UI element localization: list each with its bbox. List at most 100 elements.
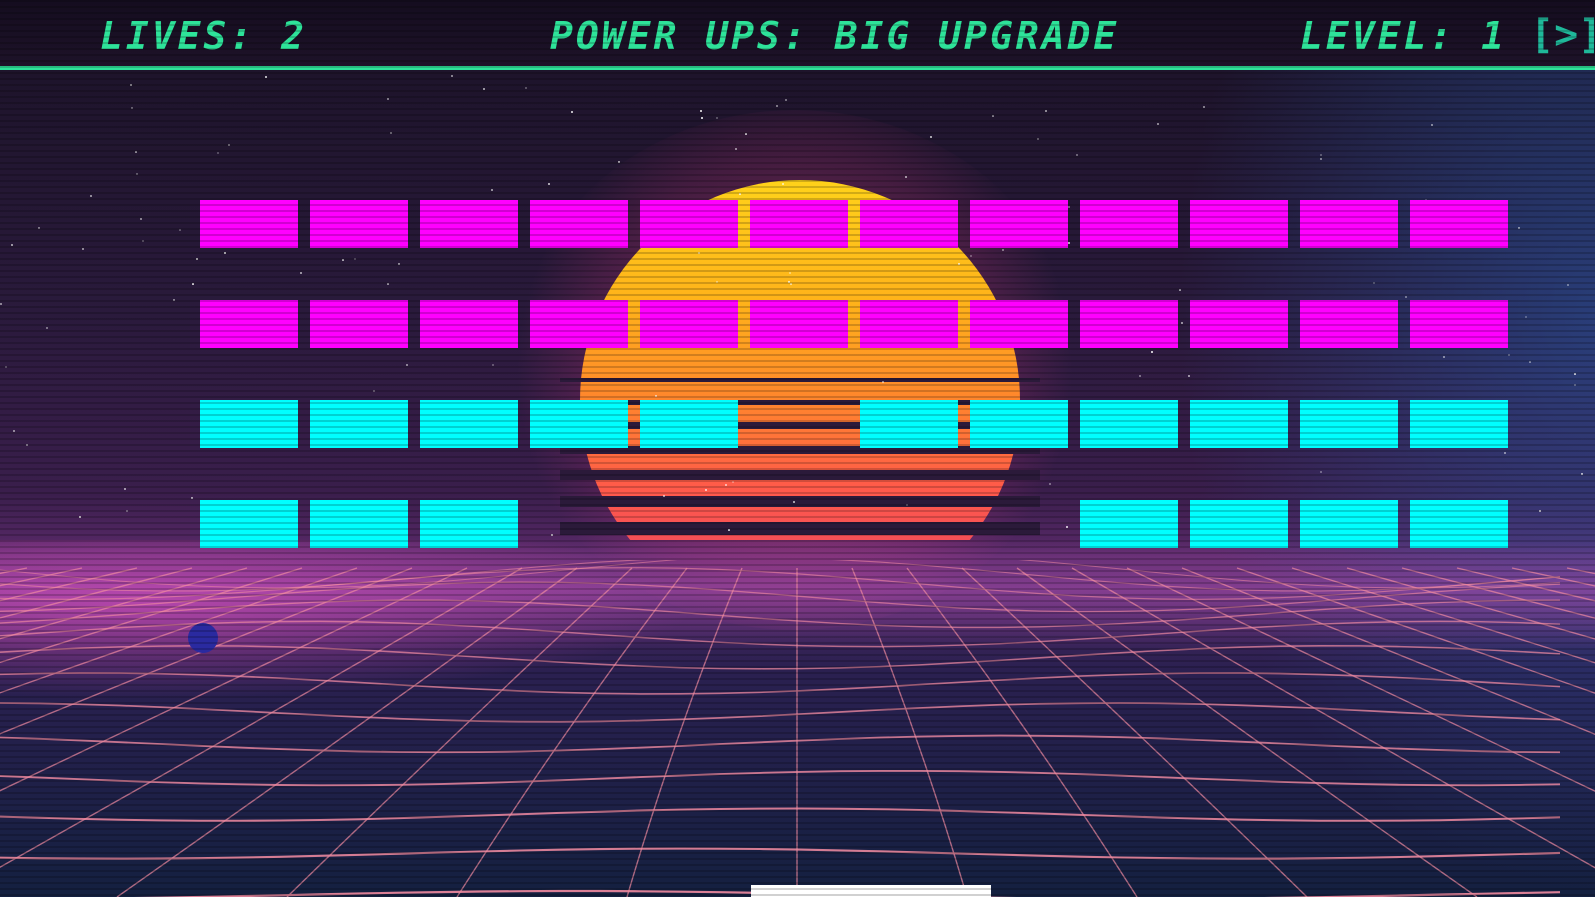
sun-stripe — [560, 496, 1040, 507]
grid-line — [851, 567, 968, 897]
star — [387, 98, 389, 100]
star — [1574, 373, 1576, 375]
star — [571, 111, 573, 113]
star — [716, 281, 718, 283]
sun-stripe — [560, 378, 1040, 382]
brick — [1190, 500, 1288, 548]
star — [140, 218, 142, 220]
star — [970, 255, 972, 257]
brick — [310, 400, 408, 448]
grid-line — [1016, 567, 1478, 897]
star — [387, 283, 389, 285]
star — [1002, 249, 1004, 251]
star — [1076, 154, 1078, 156]
star — [1049, 483, 1051, 485]
star — [1045, 110, 1047, 112]
star — [11, 244, 13, 246]
ball — [188, 623, 218, 653]
brick — [1080, 400, 1178, 448]
star — [790, 283, 792, 285]
star — [525, 87, 527, 89]
star — [1151, 351, 1153, 353]
star — [739, 193, 741, 195]
star — [551, 534, 553, 536]
star — [1139, 375, 1141, 377]
brick — [530, 300, 628, 348]
star — [38, 227, 40, 229]
grid-line — [0, 560, 1561, 589]
star — [136, 173, 138, 175]
star — [191, 497, 193, 499]
star — [228, 144, 230, 146]
star — [224, 252, 226, 254]
grid-line — [1401, 567, 1595, 619]
grid-line — [0, 560, 1561, 592]
brick — [310, 300, 408, 348]
star — [342, 259, 344, 261]
star — [1405, 296, 1407, 298]
brick — [640, 300, 738, 348]
brick — [200, 400, 298, 448]
grid-line — [0, 567, 358, 694]
star — [732, 481, 734, 483]
star — [1539, 510, 1541, 512]
star — [655, 395, 657, 397]
grid-line — [0, 645, 1561, 670]
star — [1068, 206, 1070, 208]
star — [130, 84, 132, 86]
brick — [1300, 500, 1398, 548]
star — [90, 195, 92, 197]
star — [179, 229, 181, 231]
star — [906, 504, 908, 506]
star — [1066, 526, 1068, 528]
star — [217, 152, 219, 154]
star — [46, 327, 48, 329]
star — [390, 132, 392, 134]
star — [79, 516, 81, 518]
star — [300, 272, 302, 274]
grid-line — [0, 567, 303, 664]
star — [793, 501, 795, 503]
star — [1431, 124, 1433, 126]
grid-line — [0, 734, 1561, 754]
grid-line — [116, 567, 578, 897]
star — [135, 151, 137, 153]
star — [725, 484, 727, 486]
star — [1181, 322, 1183, 324]
star — [5, 366, 7, 368]
star — [745, 133, 747, 135]
star — [1320, 471, 1322, 473]
grid-line — [0, 847, 1561, 860]
grid-line — [0, 567, 193, 619]
star — [958, 263, 960, 265]
sun-stripe — [560, 400, 1040, 405]
grid-line — [1126, 567, 1595, 792]
hud-bar: LIVES: 2 POWER UPS: BIG UPGRADE LEVEL: 1… — [0, 0, 1595, 70]
star — [776, 105, 778, 107]
star — [992, 115, 994, 117]
lives-counter: LIVES: 2 — [100, 14, 308, 58]
star — [196, 258, 198, 260]
paddle[interactable] — [751, 885, 991, 897]
neon-grid-floor — [0, 560, 1595, 897]
brick — [970, 400, 1068, 448]
grid-line — [0, 567, 83, 587]
star — [483, 88, 485, 90]
star — [1529, 361, 1531, 363]
star — [265, 76, 267, 78]
star — [716, 117, 718, 119]
star — [1373, 282, 1375, 284]
next-level-button[interactable]: [>] — [1530, 10, 1595, 60]
grid-line — [1291, 567, 1595, 664]
brick — [860, 200, 958, 248]
brick — [750, 200, 848, 248]
brick — [1080, 500, 1178, 548]
brick — [200, 200, 298, 248]
star — [930, 136, 932, 138]
brick — [1080, 300, 1178, 348]
star — [782, 183, 784, 185]
grid-line — [1456, 567, 1595, 602]
power-ups-status: POWER UPS: BIG UPGRADE — [550, 14, 1120, 58]
brick — [1410, 400, 1508, 448]
brick — [640, 400, 738, 448]
